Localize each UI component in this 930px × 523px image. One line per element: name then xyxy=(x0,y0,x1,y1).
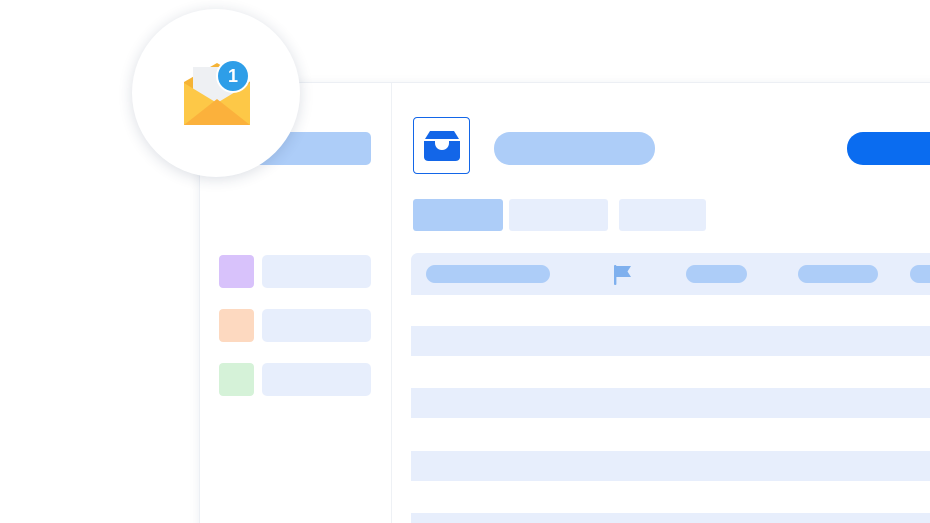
main-panel xyxy=(392,83,930,523)
column-header-placeholder[interactable] xyxy=(910,265,930,283)
flag-icon[interactable] xyxy=(612,264,634,286)
table-row[interactable] xyxy=(411,326,930,356)
tab-active[interactable] xyxy=(413,199,503,231)
table-row[interactable] xyxy=(411,388,930,418)
label-color-swatch xyxy=(219,255,254,288)
page-title-placeholder xyxy=(494,132,655,165)
sidebar-item-placeholder xyxy=(262,363,371,396)
label-color-swatch xyxy=(219,309,254,342)
table-header xyxy=(411,253,930,295)
inbox-button[interactable] xyxy=(413,117,470,174)
column-header-placeholder[interactable] xyxy=(798,265,878,283)
unread-count-badge: 1 xyxy=(216,59,250,93)
app-window xyxy=(199,82,930,523)
table-row[interactable] xyxy=(411,451,930,481)
sidebar-item-placeholder xyxy=(262,255,371,288)
stage: 1 xyxy=(0,0,930,523)
mail-notification: 1 xyxy=(182,59,252,129)
tab[interactable] xyxy=(509,199,608,231)
table-row[interactable] xyxy=(411,513,930,523)
sidebar-item-placeholder xyxy=(262,309,371,342)
notification-badge[interactable]: 1 xyxy=(132,9,300,177)
inbox-tray-icon xyxy=(423,130,460,161)
column-header-placeholder[interactable] xyxy=(426,265,550,283)
tab[interactable] xyxy=(619,199,706,231)
column-header-placeholder[interactable] xyxy=(686,265,747,283)
primary-action-button[interactable] xyxy=(847,132,930,165)
label-color-swatch xyxy=(219,363,254,396)
